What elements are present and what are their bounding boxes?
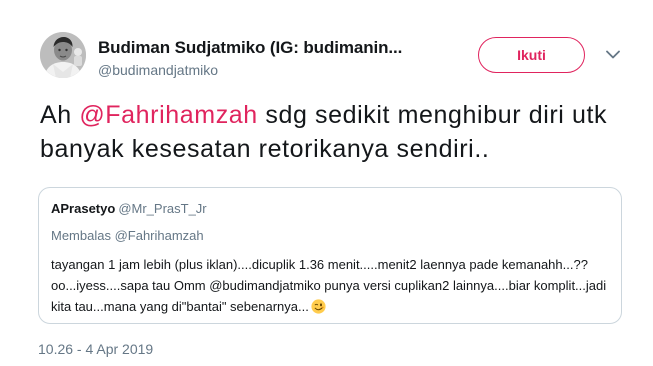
mention-link[interactable]: @Fahrihamzah <box>79 101 257 129</box>
quoted-tweet-body: tayangan 1 jam lebih (plus iklan)....dic… <box>51 254 611 317</box>
profile-photo-icon <box>40 32 86 78</box>
follow-button-label: Ikuti <box>517 47 546 63</box>
quoted-tweet-header: APrasetyo @Mr_PrasT_Jr <box>51 201 207 216</box>
follow-button[interactable]: Ikuti <box>478 37 585 73</box>
avatar[interactable] <box>40 32 86 78</box>
tweet-text-prefix: Ah <box>40 101 80 129</box>
reply-context: Membalas @Fahrihamzah <box>51 228 204 243</box>
chevron-down-icon <box>606 50 620 58</box>
replying-label: Membalas <box>51 228 115 243</box>
quoted-author-name: APrasetyo <box>51 201 116 216</box>
replying-to-mention[interactable]: @Fahrihamzah <box>115 228 204 243</box>
tweet-card: Budiman Sudjatmiko (IG: budimanin... @bu… <box>0 0 653 366</box>
author-names: Budiman Sudjatmiko (IG: budimanin... @bu… <box>98 38 458 78</box>
author-handle[interactable]: @budimandjatmiko <box>98 62 458 78</box>
quoted-tweet[interactable]: APrasetyo @Mr_PrasT_Jr Membalas @Fahriham… <box>38 187 622 324</box>
tweet-options-button[interactable] <box>605 48 621 60</box>
quoted-tweet-text: tayangan 1 jam lebih (plus iklan)....dic… <box>51 257 607 314</box>
author-display-name[interactable]: Budiman Sudjatmiko (IG: budimanin... <box>98 38 458 58</box>
winking-face-emoji-icon <box>311 299 326 314</box>
quoted-author-handle: @Mr_PrasT_Jr <box>118 201 207 216</box>
tweet-text: Ah @Fahrihamzah sdg sedikit menghibur di… <box>40 98 630 166</box>
tweet-timestamp[interactable]: 10.26 - 4 Apr 2019 <box>38 341 153 357</box>
